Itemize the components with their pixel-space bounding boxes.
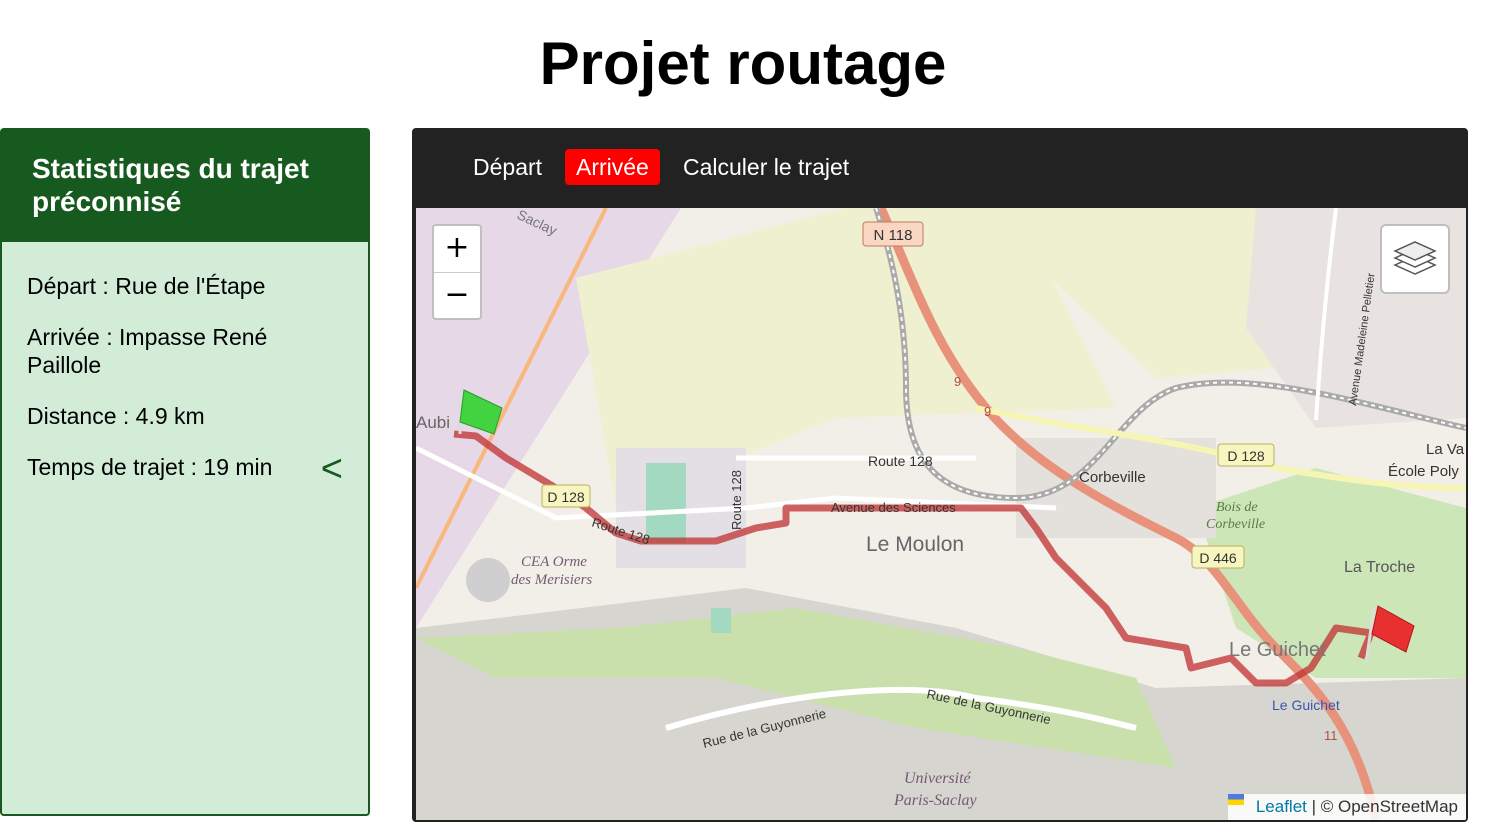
label-nine-a: 9 xyxy=(954,374,961,389)
label-avenue-sciences: Avenue des Sciences xyxy=(831,500,956,515)
osm-attribution: | © OpenStreetMap xyxy=(1306,797,1458,816)
label-nine-b: 9 xyxy=(984,404,991,419)
label-le-guichet-station: Le Guichet xyxy=(1272,697,1340,713)
calculer-trajet-button[interactable]: Calculer le trajet xyxy=(672,149,860,185)
arrivee-button[interactable]: Arrivée xyxy=(565,149,660,185)
stats-title: Statistiques du trajet préconnisé xyxy=(2,130,368,242)
collapse-panel-button[interactable]: < xyxy=(321,449,343,489)
label-univ-2: Paris-Saclay xyxy=(893,792,978,809)
stat-depart: Départ : Rue de l'Étape xyxy=(27,273,266,299)
label-le-guichet: Le Guichet xyxy=(1229,639,1326,661)
stats-body: Départ : Rue de l'Étape Arrivée : Impass… xyxy=(2,242,368,489)
label-d446: D 446 xyxy=(1199,550,1237,566)
label-univ-1: Université xyxy=(904,770,972,787)
stat-arrivee: Arrivée : Impasse René Paillole xyxy=(27,324,268,378)
layers-icon xyxy=(1393,241,1437,275)
map-container: Départ Arrivée Calculer le trajet N 118 … xyxy=(412,128,1468,822)
label-la-troche: La Troche xyxy=(1344,559,1415,576)
map-toolbar: Départ Arrivée Calculer le trajet xyxy=(414,130,1466,206)
sports-field-2 xyxy=(711,608,731,633)
label-la-va: La Va xyxy=(1426,441,1465,458)
map-canvas[interactable]: N 118 D 128 D 128 D 446 Aubi Saclay Rout… xyxy=(416,208,1466,820)
map-tiles: N 118 D 128 D 128 D 446 Aubi Saclay Rout… xyxy=(416,208,1466,820)
depart-button[interactable]: Départ xyxy=(462,149,553,185)
stat-distance: Distance : 4.9 km xyxy=(27,403,205,429)
label-le-moulon: Le Moulon xyxy=(866,533,964,556)
label-corbeville: Corbeville xyxy=(1079,469,1146,486)
zoom-out-button[interactable]: − xyxy=(434,273,480,319)
map-attribution: Leaflet | © OpenStreetMap xyxy=(1227,794,1466,820)
label-bois-2: Corbeville xyxy=(1206,517,1265,532)
ukraine-flag-icon xyxy=(1227,794,1252,813)
page-title: Projet routage xyxy=(539,30,947,97)
label-cea-2: des Merisiers xyxy=(511,572,592,588)
label-eleven: 11 xyxy=(1324,728,1338,743)
label-ecole-poly: École Poly xyxy=(1388,463,1459,480)
layers-button[interactable] xyxy=(1380,224,1450,294)
label-n118: N 118 xyxy=(874,227,913,244)
stat-temps-row: Temps de trajet : 19 min < xyxy=(27,449,343,489)
label-aubi: Aubi xyxy=(416,413,450,432)
moulon-area xyxy=(1016,438,1216,538)
stat-temps: Temps de trajet : 19 min xyxy=(27,454,273,480)
label-d128-left: D 128 xyxy=(547,489,585,505)
label-route128-c: Route 128 xyxy=(868,453,933,469)
label-d128-right: D 128 xyxy=(1227,448,1265,464)
label-cea-1: CEA Orme xyxy=(521,554,587,570)
zoom-in-button[interactable]: + xyxy=(434,226,480,273)
label-bois-1: Bois de xyxy=(1216,500,1258,515)
cea-circle xyxy=(466,558,510,602)
sports-field xyxy=(646,463,686,543)
stats-panel: Statistiques du trajet préconnisé Départ… xyxy=(0,128,370,816)
label-route128-b: Route 128 xyxy=(729,470,744,530)
leaflet-link[interactable]: Leaflet xyxy=(1256,797,1307,816)
zoom-control: + − xyxy=(432,224,482,320)
